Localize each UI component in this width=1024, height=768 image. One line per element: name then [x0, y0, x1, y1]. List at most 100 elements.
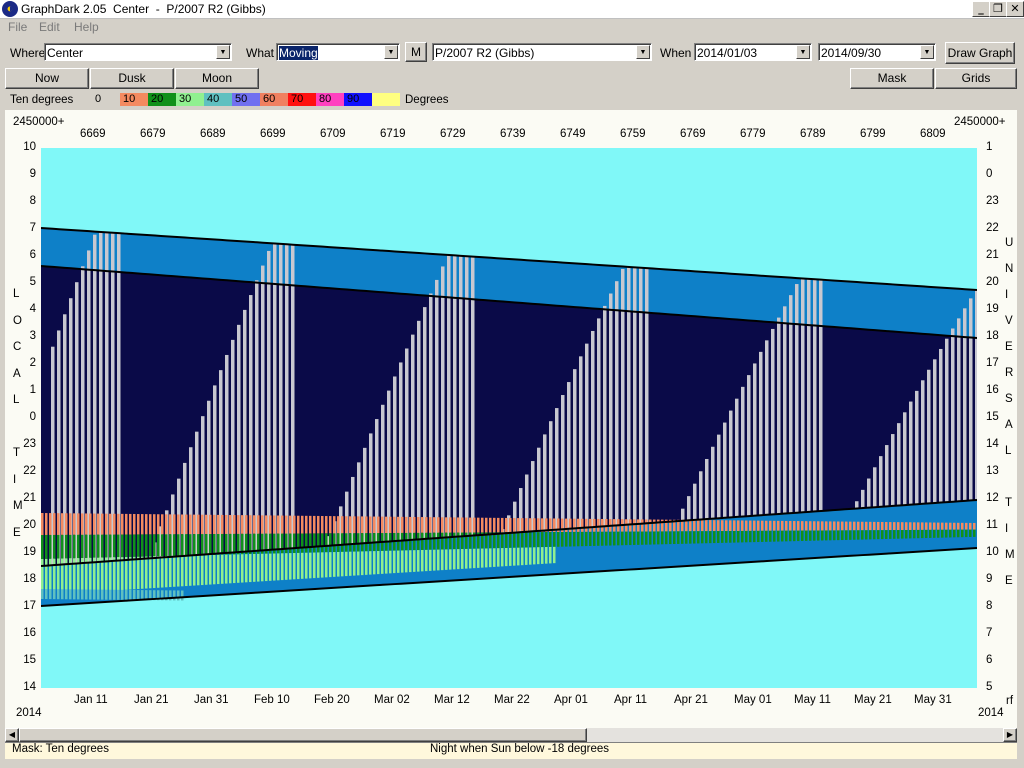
altitude-bar-30 — [141, 556, 144, 589]
mask-button[interactable]: Mask — [850, 68, 934, 89]
altitude-bar-10 — [733, 520, 736, 532]
universal-time-axis-letter: U — [1005, 237, 1014, 249]
altitude-bar-10 — [169, 514, 172, 535]
chevron-down-icon[interactable]: ▼ — [796, 45, 810, 59]
scroll-left-icon[interactable]: ◀ — [5, 728, 19, 742]
restore-button[interactable]: ❐ — [989, 1, 1007, 17]
altitude-bar-30 — [549, 546, 552, 564]
altitude-bar-40 — [133, 589, 136, 600]
moonlight-bar — [111, 232, 115, 562]
altitude-bar-20 — [89, 534, 92, 558]
altitude-bar-20 — [173, 534, 176, 556]
scrollbar-thumb[interactable] — [19, 728, 587, 742]
altitude-bar-20 — [97, 534, 100, 558]
altitude-bar-20 — [849, 530, 852, 540]
altitude-bar-40 — [49, 589, 52, 600]
moonlight-bar — [753, 363, 757, 516]
altitude-bar-30 — [501, 548, 504, 567]
altitude-bar-10 — [437, 517, 440, 533]
altitude-bar-20 — [569, 531, 572, 547]
moonlight-bar — [891, 434, 895, 507]
altitude-bar-30 — [405, 550, 408, 573]
chevron-down-icon[interactable]: ▼ — [384, 45, 398, 59]
chevron-down-icon[interactable]: ▼ — [636, 45, 650, 59]
end-date-select[interactable]: 2014/09/30 ▼ — [818, 43, 936, 61]
altitude-bar-30 — [469, 548, 472, 569]
scroll-right-icon[interactable]: ▶ — [1003, 728, 1017, 742]
draw-graph-button[interactable]: Draw Graph — [945, 42, 1015, 64]
altitude-bar-10 — [369, 516, 372, 534]
altitude-bar-10 — [697, 520, 700, 532]
altitude-bar-30 — [293, 553, 296, 580]
altitude-bar-20 — [697, 531, 700, 544]
altitude-bar-10 — [297, 515, 300, 534]
altitude-bar-20 — [621, 531, 624, 546]
now-button[interactable]: Now — [5, 68, 89, 89]
altitude-bar-40 — [121, 589, 124, 600]
altitude-bar-20 — [829, 530, 832, 541]
altitude-bar-10 — [233, 515, 236, 534]
right-hour-tick: 23 — [986, 195, 999, 207]
object-select[interactable]: P/2007 R2 (Gibbs) ▼ — [432, 43, 652, 61]
altitude-bar-10 — [253, 515, 256, 534]
altitude-bar-10 — [425, 517, 428, 533]
chevron-down-icon[interactable]: ▼ — [216, 45, 230, 59]
moonlight-bar — [711, 446, 715, 519]
moonlight-bar — [879, 456, 883, 507]
altitude-bar-20 — [885, 530, 888, 539]
menu-file[interactable]: File — [8, 20, 27, 34]
moonlight-bar — [759, 351, 763, 516]
altitude-bar-10 — [129, 513, 132, 535]
left-hour-tick: 8 — [29, 195, 36, 207]
start-date-select[interactable]: 2014/01/03 ▼ — [694, 43, 812, 61]
dusk-button[interactable]: Dusk — [90, 68, 174, 89]
local-time-axis-letter: O — [13, 314, 22, 327]
menu-help[interactable]: Help — [74, 20, 99, 34]
where-select[interactable]: Center ▼ — [44, 43, 232, 61]
minimize-button[interactable]: _ — [972, 1, 990, 17]
altitude-bar-10 — [429, 517, 432, 533]
chevron-down-icon[interactable]: ▼ — [920, 45, 934, 59]
right-hour-tick: 22 — [986, 222, 999, 234]
altitude-bar-30 — [229, 554, 232, 584]
altitude-bar-20 — [745, 530, 748, 543]
altitude-bar-20 — [761, 530, 764, 542]
altitude-bar-30 — [109, 557, 112, 591]
altitude-bar-10 — [405, 516, 408, 533]
altitude-bar-20 — [573, 531, 576, 547]
moonlight-bar — [435, 279, 439, 539]
universal-time-axis-letter: E — [1005, 341, 1013, 353]
altitude-bar-10 — [453, 517, 456, 533]
m-button[interactable]: M — [405, 42, 427, 62]
altitude-bar-10 — [45, 513, 48, 535]
darkness-graph[interactable] — [41, 148, 977, 688]
altitude-bar-30 — [289, 553, 292, 580]
close-button[interactable]: ✕ — [1006, 1, 1024, 17]
altitude-bar-30 — [325, 552, 328, 578]
altitude-bar-30 — [429, 549, 432, 571]
altitude-bar-30 — [521, 547, 524, 566]
altitude-bar-20 — [901, 530, 904, 539]
altitude-bar-40 — [101, 589, 104, 600]
altitude-bar-20 — [821, 530, 824, 541]
altitude-bar-20 — [753, 530, 756, 543]
moonlight-bar — [729, 410, 733, 518]
altitude-bar-30 — [197, 555, 200, 586]
altitude-bar-20 — [933, 529, 936, 538]
menu-edit[interactable]: Edit — [39, 20, 60, 34]
right-hour-tick: 16 — [986, 384, 999, 396]
moonlight-bar — [873, 467, 877, 508]
altitude-bar-20 — [945, 529, 948, 538]
moonlight-bar — [93, 234, 97, 563]
altitude-bar-20 — [77, 534, 80, 559]
altitude-bar-30 — [233, 554, 236, 584]
altitude-bar-40 — [89, 589, 92, 600]
moon-button[interactable]: Moon — [175, 68, 259, 89]
altitude-bar-10 — [709, 520, 712, 532]
altitude-bar-10 — [645, 519, 648, 532]
what-select[interactable]: Moving ▼ — [276, 43, 400, 61]
altitude-bar-30 — [409, 550, 412, 573]
date-tick-label: Feb 20 — [314, 694, 350, 706]
altitude-bar-10 — [533, 518, 536, 533]
grids-button[interactable]: Grids — [935, 68, 1017, 89]
